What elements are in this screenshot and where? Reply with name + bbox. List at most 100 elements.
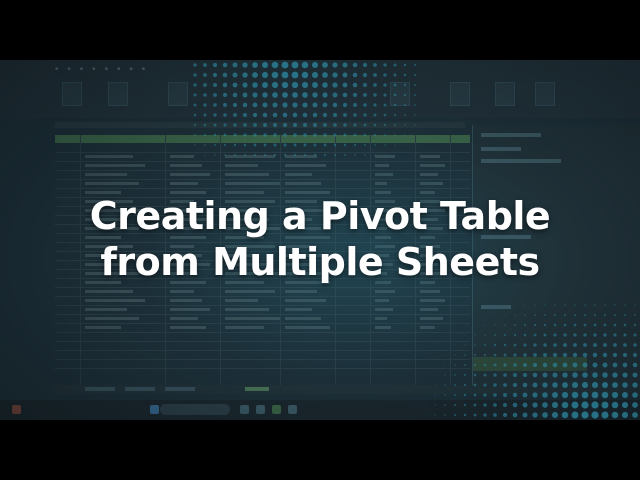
halftone-dot bbox=[513, 343, 517, 347]
halftone-dot bbox=[444, 354, 446, 356]
halftone-dot bbox=[582, 362, 588, 368]
halftone-dot bbox=[561, 391, 569, 399]
halftone-dot bbox=[591, 411, 599, 419]
halftone-dot bbox=[222, 72, 228, 78]
halftone-dot bbox=[542, 402, 548, 408]
halftone-dot bbox=[512, 382, 518, 388]
halftone-dot bbox=[463, 403, 467, 407]
halftone-dot bbox=[283, 153, 287, 157]
halftone-dot bbox=[493, 343, 497, 347]
halftone-dot bbox=[622, 362, 628, 368]
halftone-dot bbox=[224, 154, 226, 156]
halftone-dot bbox=[253, 123, 257, 127]
halftone-dot bbox=[312, 102, 318, 108]
halftone-dot bbox=[473, 413, 477, 417]
halftone-dot bbox=[424, 414, 426, 416]
halftone-dot bbox=[223, 133, 227, 137]
halftone-dot bbox=[552, 392, 558, 398]
halftone-dot bbox=[271, 81, 279, 89]
halftone-dot bbox=[603, 323, 607, 327]
halftone-dot bbox=[373, 73, 377, 77]
halftone-dot bbox=[413, 83, 417, 87]
halftone-dot bbox=[543, 323, 547, 327]
halftone-dot bbox=[493, 413, 497, 417]
halftone-dot bbox=[464, 354, 466, 356]
halftone-dot bbox=[312, 112, 318, 118]
halftone-dot bbox=[582, 352, 588, 358]
title-line-1: Creating a Pivot Table bbox=[89, 194, 551, 238]
halftone-dot bbox=[374, 144, 376, 146]
title-line-2: from Multiple Sheets bbox=[100, 240, 540, 284]
halftone-dot bbox=[261, 71, 269, 79]
halftone-dot bbox=[292, 92, 298, 98]
halftone-dot bbox=[544, 314, 546, 316]
halftone-dot bbox=[534, 304, 536, 306]
halftone-dot bbox=[513, 353, 517, 357]
halftone-dot bbox=[273, 143, 277, 147]
halftone-dot bbox=[553, 333, 557, 337]
halftone-dot bbox=[454, 364, 456, 366]
halftone-dot bbox=[622, 372, 628, 378]
halftone-dot bbox=[243, 123, 247, 127]
halftone-dot bbox=[571, 401, 579, 409]
halftone-dot bbox=[493, 383, 497, 387]
halftone-dot bbox=[444, 364, 446, 366]
halftone-dot bbox=[483, 413, 487, 417]
halftone-dot bbox=[483, 403, 487, 407]
halftone-dot bbox=[424, 404, 426, 406]
halftone-dot bbox=[601, 401, 609, 409]
halftone-dot bbox=[633, 333, 637, 337]
halftone-dot bbox=[564, 304, 566, 306]
halftone-dot bbox=[522, 382, 528, 388]
halftone-dot bbox=[593, 333, 597, 337]
halftone-dot bbox=[444, 384, 446, 386]
halftone-dot bbox=[353, 113, 357, 117]
halftone-dot bbox=[613, 333, 617, 337]
halftone-dot bbox=[352, 82, 358, 88]
halftone-dot bbox=[554, 314, 556, 316]
halftone-dot bbox=[583, 313, 587, 317]
halftone-dot bbox=[281, 61, 289, 69]
halftone-dot bbox=[563, 343, 567, 347]
halftone-dot bbox=[262, 112, 268, 118]
halftone-dot bbox=[554, 304, 556, 306]
halftone-dot bbox=[243, 153, 247, 157]
halftone-dot bbox=[282, 112, 288, 118]
halftone-dot bbox=[454, 384, 456, 386]
halftone-dot bbox=[311, 71, 319, 79]
halftone-dot bbox=[503, 373, 507, 377]
halftone-dot bbox=[342, 72, 348, 78]
halftone-dot bbox=[403, 93, 407, 97]
halftone-dot bbox=[271, 71, 279, 79]
halftone-dot bbox=[312, 92, 318, 98]
halftone-dot bbox=[534, 314, 536, 316]
halftone-dot bbox=[593, 343, 597, 347]
halftone-dot bbox=[203, 73, 207, 77]
halftone-dot bbox=[362, 62, 368, 68]
halftone-dot bbox=[313, 143, 317, 147]
halftone-dot bbox=[242, 62, 248, 68]
halftone-dot bbox=[601, 411, 609, 419]
halftone-dot bbox=[463, 413, 467, 417]
halftone-dot bbox=[633, 323, 637, 327]
halftone-dot bbox=[363, 133, 367, 137]
halftone-dot bbox=[291, 81, 299, 89]
halftone-dot bbox=[602, 352, 608, 358]
halftone-dot bbox=[593, 323, 597, 327]
halftone-dot bbox=[332, 82, 338, 88]
halftone-dot bbox=[581, 381, 589, 389]
halftone-dot bbox=[622, 352, 628, 358]
halftone-dot bbox=[272, 92, 278, 98]
halftone-dot bbox=[383, 103, 387, 107]
halftone-dot bbox=[591, 401, 599, 409]
halftone-dot bbox=[281, 81, 289, 89]
halftone-dot bbox=[522, 372, 528, 378]
halftone-dot bbox=[332, 62, 338, 68]
halftone-dot bbox=[573, 323, 577, 327]
halftone-dot bbox=[394, 144, 396, 146]
halftone-dot bbox=[494, 324, 496, 326]
halftone-dot bbox=[222, 82, 228, 88]
halftone-dot bbox=[194, 134, 196, 136]
halftone-dot bbox=[193, 83, 197, 87]
halftone-dot bbox=[242, 102, 248, 108]
